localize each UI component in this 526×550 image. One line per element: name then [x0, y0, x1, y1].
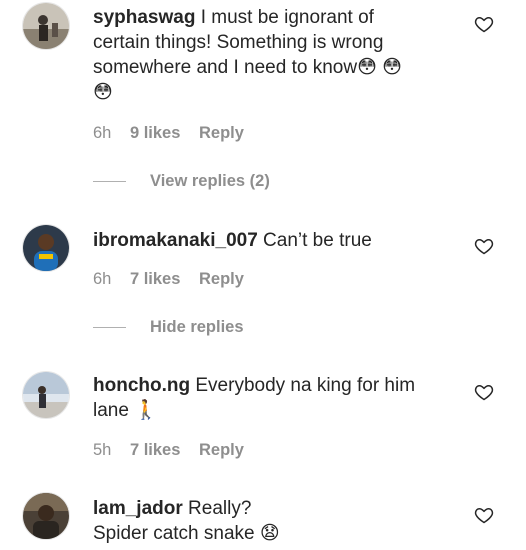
hide-replies-button[interactable]: Hide replies — [93, 318, 244, 337]
heart-icon[interactable] — [474, 382, 494, 402]
username[interactable]: ibromakanaki_007 — [93, 230, 258, 251]
comment-text-block: lam_jador Really? Spider catch snake 😧 — [93, 496, 423, 546]
comment-meta: 5h 7 likes Reply — [93, 441, 258, 460]
anguished-face-emoji-icon: 😧 — [259, 523, 280, 544]
avatar[interactable] — [22, 492, 70, 540]
comment-text-block: honcho.ng Everybody na king for him lane… — [93, 373, 423, 423]
heart-icon[interactable] — [474, 236, 494, 256]
likes-count[interactable]: 7 likes — [130, 270, 180, 288]
heart-icon[interactable] — [474, 505, 494, 525]
reply-button[interactable]: Reply — [199, 124, 244, 142]
reply-button[interactable]: Reply — [199, 441, 244, 459]
hide-replies-label: Hide replies — [150, 318, 244, 336]
comment-text: Really? — [188, 498, 252, 519]
person-walking-emoji-icon: 🚶 — [134, 400, 158, 421]
comment-text-line-2: Spider catch snake — [93, 523, 255, 544]
timestamp: 6h — [93, 124, 112, 142]
divider-line — [93, 327, 126, 329]
timestamp: 6h — [93, 270, 112, 288]
username[interactable]: honcho.ng — [93, 375, 190, 396]
timestamp: 5h — [93, 441, 112, 459]
comment-text: Can’t be true — [263, 230, 372, 251]
likes-count[interactable]: 7 likes — [130, 441, 180, 459]
avatar[interactable] — [22, 371, 70, 419]
reply-button[interactable]: Reply — [199, 270, 244, 288]
view-replies-label: View replies (2) — [150, 172, 270, 190]
username[interactable]: syphaswag — [93, 7, 195, 28]
comment-text-block: ibromakanaki_007 Can’t be true — [93, 228, 423, 253]
comment-meta: 6h 9 likes Reply — [93, 124, 258, 143]
likes-count[interactable]: 9 likes — [130, 124, 180, 142]
divider-line — [93, 181, 126, 183]
avatar[interactable] — [22, 2, 70, 50]
username[interactable]: lam_jador — [93, 498, 183, 519]
heart-icon[interactable] — [474, 14, 494, 34]
view-replies-button[interactable]: View replies (2) — [93, 172, 270, 191]
avatar[interactable] — [22, 224, 70, 272]
comment-meta: 6h 7 likes Reply — [93, 270, 258, 289]
comment-text-block: syphaswag I must be ignorant of certain … — [93, 5, 423, 105]
